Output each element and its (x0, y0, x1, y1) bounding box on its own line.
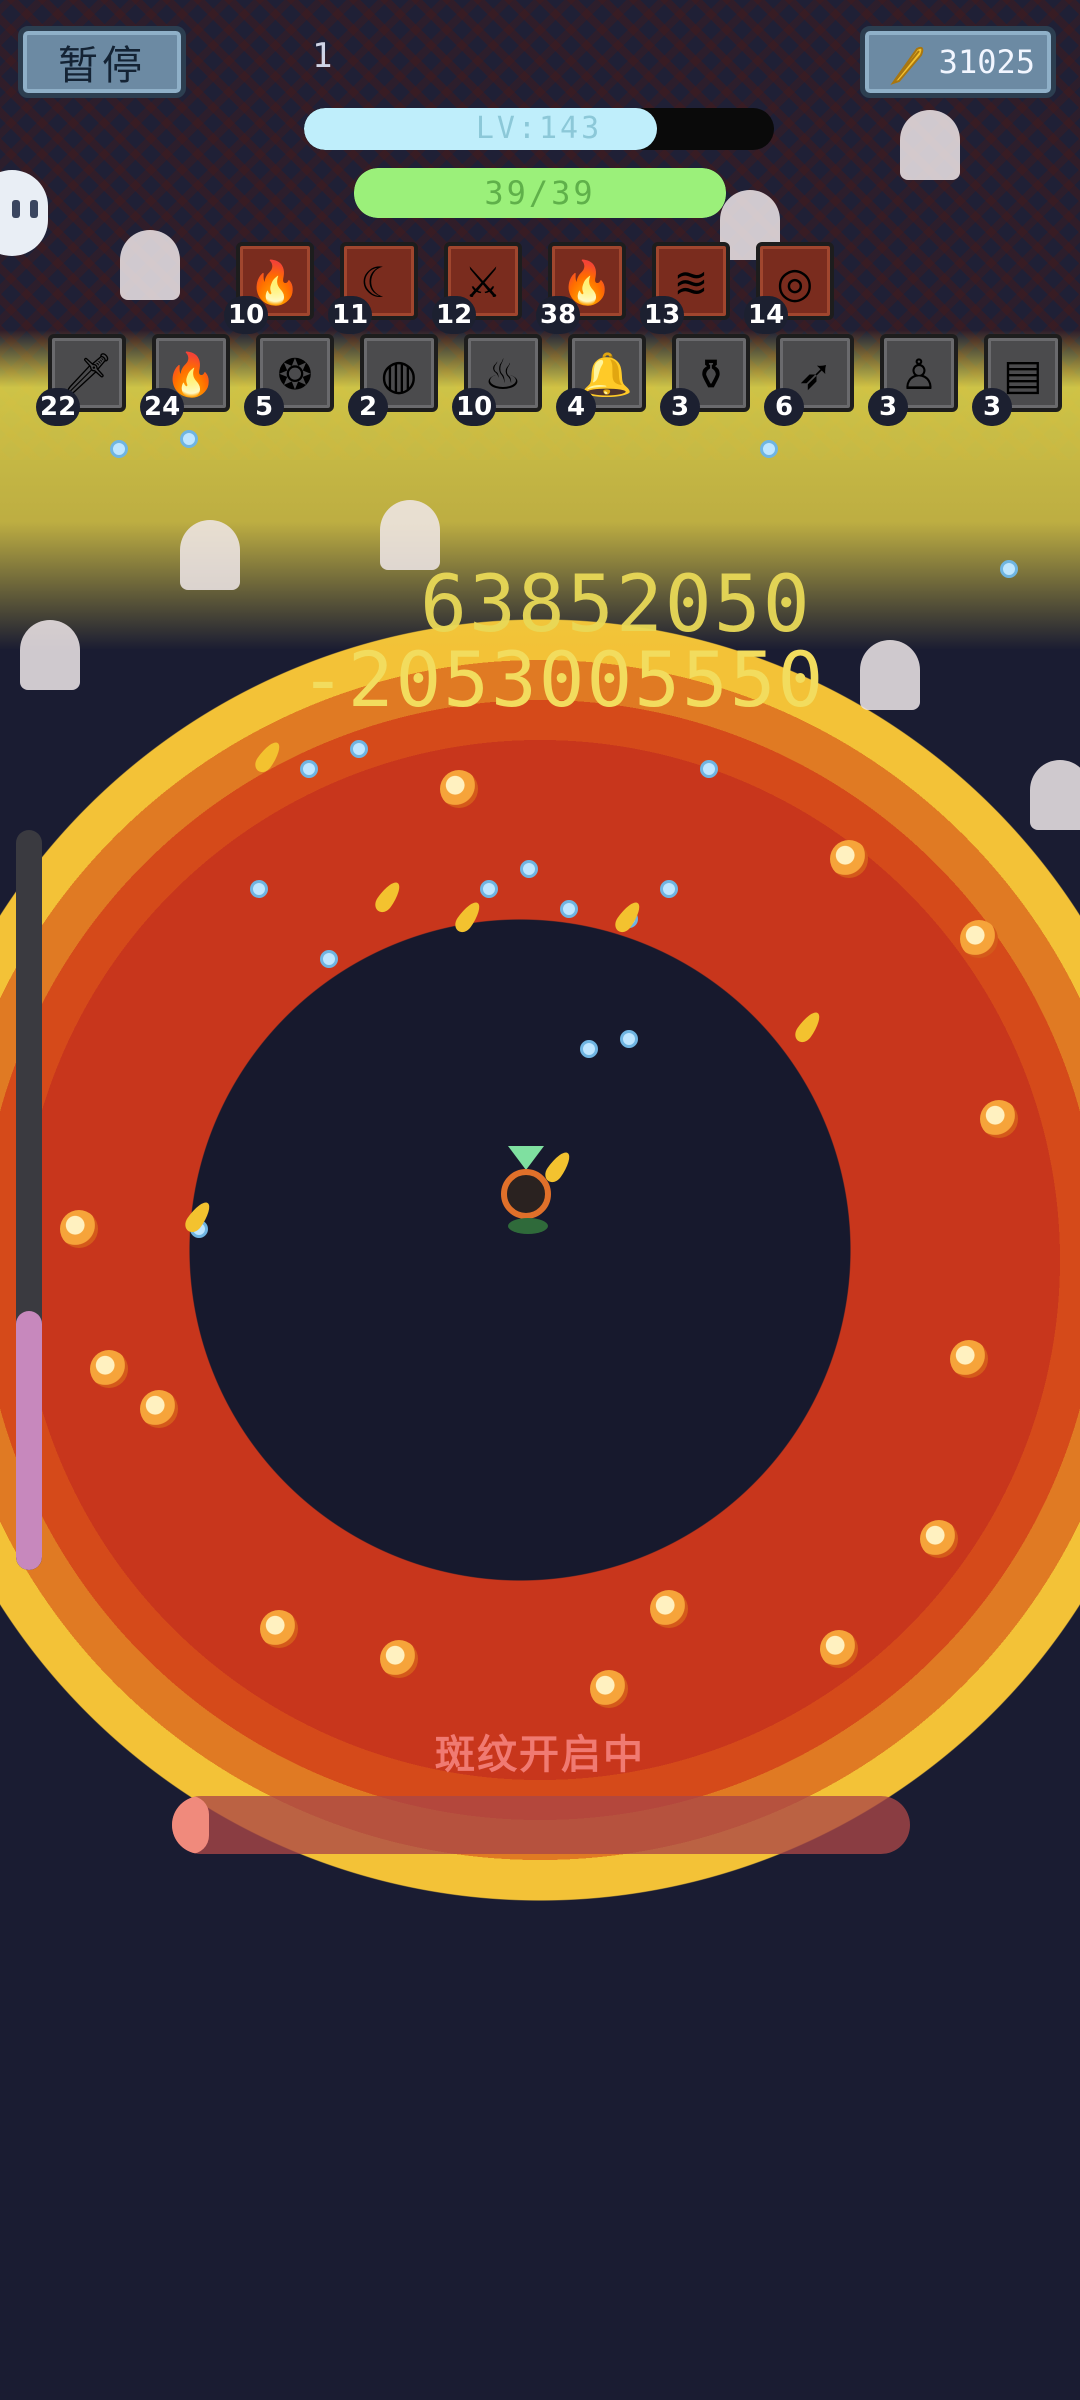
xp-orb (760, 440, 778, 458)
fireball-projectile (380, 1640, 418, 1678)
level-text: LV:143 (475, 111, 603, 146)
weapon-level: 14 (744, 296, 789, 334)
weapon-level: 11 (328, 296, 373, 334)
xp-orb (320, 950, 338, 968)
weapon-level: 13 (640, 296, 685, 334)
passive-level: 6 (764, 388, 804, 426)
passive-level: 5 (244, 388, 284, 426)
kill-counter: 1 (312, 36, 333, 76)
status-banner: 斑纹开启中 (435, 1732, 645, 1778)
coin-amount: 31025 (938, 43, 1035, 81)
passive-level: 3 (660, 388, 700, 426)
passive-slot-5[interactable]: ♨ 10 (452, 334, 542, 426)
fireball-projectile (90, 1350, 128, 1388)
weapon-slot-2[interactable]: ☾ 11 (328, 242, 418, 334)
xp-orb (180, 430, 198, 448)
health-text: 39/39 (484, 174, 596, 212)
face-eye-left (12, 200, 20, 218)
xp-orb (480, 880, 498, 898)
xp-orb (700, 760, 718, 778)
experience-rail-fill (16, 1311, 42, 1570)
fireball-projectile (590, 1670, 628, 1708)
ghost-enemy (120, 230, 180, 300)
weapon-slot-4[interactable]: 🔥 38 (536, 242, 626, 334)
feather-pickup (611, 898, 645, 936)
xp-orb (110, 440, 128, 458)
fireball-projectile (920, 1520, 958, 1558)
feather-pickup (181, 1198, 215, 1236)
level-bar: LV:143 (304, 108, 774, 150)
xp-orb (580, 1040, 598, 1058)
xp-orb (1000, 560, 1018, 578)
xp-orb (560, 900, 578, 918)
coin-counter: 31025 (860, 26, 1056, 98)
damage-number: -2053005550 (300, 635, 826, 724)
weapon-slot-3[interactable]: ⚔ 12 (432, 242, 522, 334)
weapon-slot-1[interactable]: 🔥 10 (224, 242, 314, 334)
feather-pickup (371, 878, 405, 916)
status-progress-bar (172, 1796, 910, 1854)
feather-pickup (251, 738, 285, 776)
passive-slot-3[interactable]: ❂ 5 (244, 334, 334, 426)
passive-level: 4 (556, 388, 596, 426)
fireball-projectile (950, 1340, 988, 1378)
feather-pickup (791, 1008, 825, 1046)
fireball-projectile (830, 840, 868, 878)
xp-orb (520, 860, 538, 878)
player-marker-icon (508, 1146, 544, 1170)
health-bar: 39/39 (354, 168, 726, 218)
fireball-projectile (820, 1630, 858, 1668)
fireball-projectile (960, 920, 998, 958)
passive-level: 10 (452, 388, 497, 426)
face-eye-right (30, 200, 38, 218)
feather-icon (890, 46, 924, 85)
xp-orb (620, 1030, 638, 1048)
passive-slot-2[interactable]: 🔥 24 (140, 334, 230, 426)
passive-level: 2 (348, 388, 388, 426)
weapon-level: 38 (536, 296, 581, 334)
fireball-projectile (440, 770, 478, 808)
status-progress-fill (172, 1796, 209, 1854)
passive-slot-7[interactable]: ⚱ 3 (660, 334, 750, 426)
experience-rail (16, 830, 42, 1570)
ghost-enemy (180, 520, 240, 590)
fireball-projectile (140, 1390, 178, 1428)
passive-slot-9[interactable]: ♙ 3 (868, 334, 958, 426)
weapon-slot-6[interactable]: ◎ 14 (744, 242, 834, 334)
passive-slot-6[interactable]: 🔔 4 (556, 334, 646, 426)
fireball-projectile (60, 1210, 98, 1248)
passive-slot-4[interactable]: ◍ 2 (348, 334, 438, 426)
fireball-projectile (260, 1610, 298, 1648)
fireball-projectile (980, 1100, 1018, 1138)
passive-slot-1[interactable]: 🗡 22 (36, 334, 126, 426)
xp-orb (300, 760, 318, 778)
passive-level: 22 (36, 388, 81, 426)
ghost-enemy (20, 620, 80, 690)
weapon-level: 10 (224, 296, 269, 334)
ghost-enemy (900, 110, 960, 180)
feather-pickup (451, 898, 485, 936)
xp-orb (250, 880, 268, 898)
passive-level: 24 (140, 388, 185, 426)
ghost-enemy (860, 640, 920, 710)
weapon-slot-5[interactable]: ≋ 13 (640, 242, 730, 334)
pause-button[interactable]: 暂停 (18, 26, 186, 98)
ghost-enemy (1030, 760, 1080, 830)
pause-label: 暂停 (58, 43, 146, 89)
passive-slot-8[interactable]: ➶ 6 (764, 334, 854, 426)
passive-level: 3 (972, 388, 1012, 426)
xp-orb (660, 880, 678, 898)
player-character (501, 1146, 551, 1234)
xp-orb (350, 740, 368, 758)
passive-level: 3 (868, 388, 908, 426)
fireball-projectile (650, 1590, 688, 1628)
weapon-level: 12 (432, 296, 477, 334)
game-stage[interactable]: 暂停 1 31025 LV:143 39/39 🔥 10 ☾ 11 ⚔ 12 🔥… (0, 0, 1080, 2400)
passive-slot-10[interactable]: ▤ 3 (972, 334, 1062, 426)
